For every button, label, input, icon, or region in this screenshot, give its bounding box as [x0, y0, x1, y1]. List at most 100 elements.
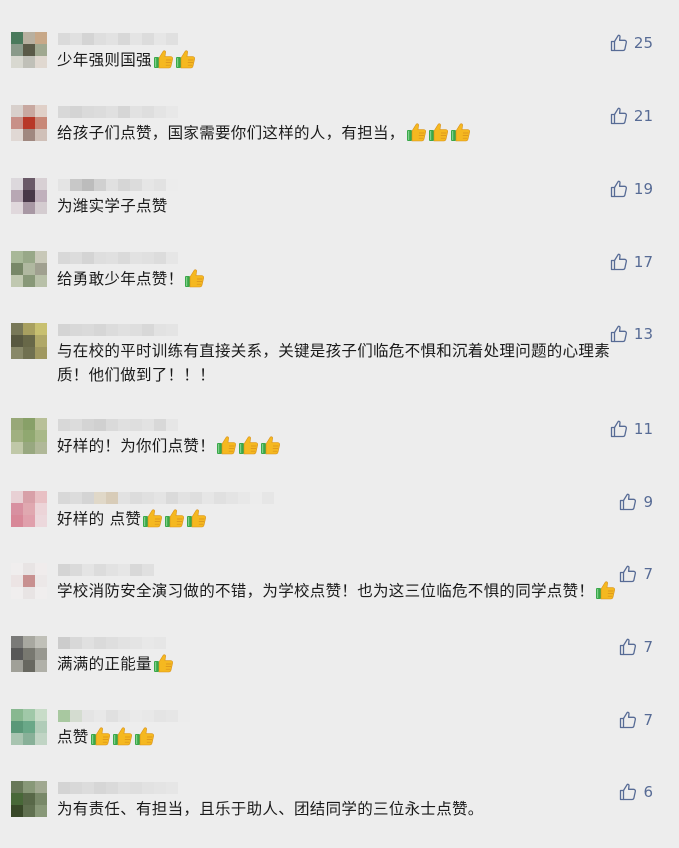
comment-text: 与在校的平时训练有直接关系，关键是孩子们临危不惧和沉着处理问题的心理素 质！他们…: [57, 339, 647, 387]
like-button[interactable]: 7: [619, 709, 653, 731]
nickname-pixel: [142, 179, 154, 191]
nickname-pixel: [94, 782, 106, 794]
nickname-pixel: [106, 324, 118, 336]
like-button[interactable]: 6: [619, 781, 653, 803]
like-button[interactable]: 9: [619, 491, 653, 513]
avatar[interactable]: [11, 781, 47, 817]
nickname-pixel: [94, 179, 106, 191]
nickname-pixel: [58, 637, 70, 649]
avatar-pixel: [23, 648, 35, 660]
nickname-pixel: [130, 252, 142, 264]
thumbs-up-outline-icon: [619, 783, 637, 801]
nickname-pixel: [94, 106, 106, 118]
nickname-pixel: [166, 324, 178, 336]
avatar-pixel: [23, 805, 35, 817]
nickname-pixel: [118, 179, 130, 191]
like-count: 6: [643, 783, 653, 801]
nickname-pixel: [130, 710, 142, 722]
nickname-pixel: [142, 324, 154, 336]
like-button[interactable]: 19: [610, 178, 653, 200]
thumbs-up-outline-icon: [610, 325, 628, 343]
nickname-pixel: [226, 492, 238, 504]
comment-text: 点赞: [57, 725, 647, 749]
nickname-blurred: [58, 492, 274, 504]
nickname-pixel: [154, 637, 166, 649]
avatar-pixel: [11, 709, 23, 721]
like-button[interactable]: 21: [610, 105, 653, 127]
thumbs-up-emoji-icon: [260, 434, 281, 455]
like-count: 25: [633, 34, 653, 52]
avatar-pixel: [11, 793, 23, 805]
like-button[interactable]: 13: [610, 323, 653, 345]
nickname-pixel: [82, 179, 94, 191]
nickname-pixel: [58, 419, 70, 431]
avatar-pixel: [35, 430, 47, 442]
avatar-pixel: [35, 648, 47, 660]
avatar[interactable]: [11, 709, 47, 745]
nickname-pixel: [58, 179, 70, 191]
avatar[interactable]: [11, 178, 47, 214]
avatar-pixel: [23, 430, 35, 442]
like-button[interactable]: 7: [619, 563, 653, 585]
avatar-pixel: [11, 347, 23, 359]
nickname-pixel: [118, 419, 130, 431]
thumbs-up-outline-icon: [619, 711, 637, 729]
nickname-pixel: [82, 324, 94, 336]
nickname-pixel: [154, 33, 166, 45]
comment-text: 好样的 点赞: [57, 507, 647, 531]
nickname-pixel: [130, 782, 142, 794]
nickname-pixel: [70, 564, 82, 576]
nickname-pixel: [82, 492, 94, 504]
avatar-pixel: [11, 733, 23, 745]
like-button[interactable]: 7: [619, 636, 653, 658]
avatar[interactable]: [11, 323, 47, 359]
avatar-pixel: [11, 275, 23, 287]
nickname-blurred: [58, 782, 178, 794]
avatar[interactable]: [11, 418, 47, 454]
nickname-pixel: [94, 710, 106, 722]
avatar-pixel: [23, 263, 35, 275]
avatar-pixel: [35, 275, 47, 287]
nickname-pixel: [70, 419, 82, 431]
nickname-pixel: [94, 252, 106, 264]
thumbs-up-emoji-icon: [134, 725, 155, 746]
avatar-pixel: [35, 178, 47, 190]
avatar-pixel: [35, 117, 47, 129]
avatar-pixel: [35, 587, 47, 599]
nickname-pixel: [250, 492, 262, 504]
avatar-pixel: [23, 129, 35, 141]
nickname-pixel: [118, 637, 130, 649]
avatar-pixel: [23, 491, 35, 503]
avatar-pixel: [35, 190, 47, 202]
avatar-pixel: [35, 709, 47, 721]
like-button[interactable]: 11: [610, 418, 653, 440]
avatar-pixel: [11, 491, 23, 503]
nickname-pixel: [130, 637, 142, 649]
like-button[interactable]: 25: [610, 32, 653, 54]
like-count: 7: [643, 711, 653, 729]
avatar-pixel: [23, 503, 35, 515]
avatar-pixel: [35, 793, 47, 805]
avatar-pixel: [35, 781, 47, 793]
avatar[interactable]: [11, 105, 47, 141]
avatar[interactable]: [11, 32, 47, 68]
comment-text: 给孩子们点赞，国家需要你们这样的人，有担当，: [57, 121, 647, 145]
nickname-pixel: [118, 252, 130, 264]
avatar[interactable]: [11, 491, 47, 527]
avatar[interactable]: [11, 636, 47, 672]
avatar-pixel: [35, 251, 47, 263]
avatar-pixel: [11, 190, 23, 202]
nickname-pixel: [82, 252, 94, 264]
nickname-pixel: [118, 106, 130, 118]
nickname-pixel: [106, 106, 118, 118]
avatar[interactable]: [11, 563, 47, 599]
nickname-blurred: [58, 637, 166, 649]
nickname-blurred: [58, 179, 178, 191]
avatar[interactable]: [11, 251, 47, 287]
like-button[interactable]: 17: [610, 251, 653, 273]
thumbs-up-emoji-icon: [595, 579, 616, 600]
nickname-pixel: [154, 782, 166, 794]
thumbs-up-outline-icon: [619, 565, 637, 583]
nickname-pixel: [106, 637, 118, 649]
nickname-pixel: [142, 419, 154, 431]
